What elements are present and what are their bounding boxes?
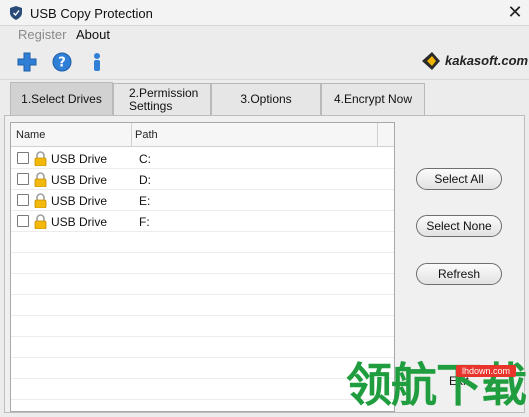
tab-permission-settings[interactable]: 2.Permission Settings: [113, 83, 211, 115]
kakasoft-logo-icon: [422, 52, 440, 70]
plus-icon[interactable]: [16, 51, 38, 73]
empty-row: [11, 274, 394, 295]
shield-icon: [10, 6, 22, 20]
table-row[interactable]: USB Drive D:: [11, 169, 394, 190]
lock-icon: [34, 193, 47, 208]
empty-row: [11, 253, 394, 274]
tab-strip: 1.Select Drives 2.Permission Settings 3.…: [0, 81, 529, 115]
select-none-button[interactable]: Select None: [416, 215, 502, 237]
column-path-header[interactable]: Path: [135, 129, 158, 141]
drive-checkbox[interactable]: [17, 215, 29, 227]
info-icon[interactable]: [86, 51, 108, 73]
drive-name: USB Drive: [51, 194, 108, 208]
table-row[interactable]: USB Drive E:: [11, 190, 394, 211]
tab-select-drives[interactable]: 1.Select Drives: [10, 82, 113, 115]
tab-options[interactable]: 3.Options: [211, 83, 321, 115]
lock-icon: [34, 172, 47, 187]
drive-path: D:: [139, 173, 151, 187]
column-name-header[interactable]: Name: [16, 129, 45, 141]
window-title: USB Copy Protection: [30, 6, 153, 21]
tab-encrypt-now[interactable]: 4.Encrypt Now: [321, 83, 425, 115]
menu-about[interactable]: About: [76, 27, 110, 42]
empty-row: [11, 379, 394, 400]
title-bar: USB Copy Protection ✕: [0, 0, 529, 26]
close-icon[interactable]: ✕: [505, 3, 525, 23]
empty-row: [11, 232, 394, 253]
column-divider[interactable]: [377, 123, 378, 147]
empty-row: [11, 295, 394, 316]
select-all-button[interactable]: Select All: [416, 168, 502, 190]
refresh-button[interactable]: Refresh: [416, 263, 502, 285]
drive-name: USB Drive: [51, 152, 108, 166]
brand-name[interactable]: kakasoft.com: [445, 53, 528, 68]
drive-path: C:: [139, 152, 151, 166]
lock-icon: [34, 151, 47, 166]
column-divider[interactable]: [131, 123, 132, 147]
menu-bar: Register About: [0, 26, 529, 44]
toolbar: ? kakasoft.com: [0, 44, 529, 80]
drive-checkbox[interactable]: [17, 152, 29, 164]
empty-row: [11, 316, 394, 337]
drive-list[interactable]: Name Path USB Drive C: USB Drive D: USB …: [10, 122, 395, 412]
svg-text:?: ?: [58, 56, 66, 71]
drive-checkbox[interactable]: [17, 173, 29, 185]
drive-path: F:: [139, 215, 150, 229]
empty-row: [11, 337, 394, 358]
menu-register[interactable]: Register: [18, 27, 66, 42]
drive-name: USB Drive: [51, 173, 108, 187]
table-row[interactable]: USB Drive F:: [11, 211, 394, 232]
table-row[interactable]: USB Drive C:: [11, 148, 394, 169]
drive-name: USB Drive: [51, 215, 108, 229]
lock-icon: [34, 214, 47, 229]
watermark-site: lhdown.com: [456, 365, 516, 377]
list-header: Name Path: [11, 123, 394, 147]
drive-checkbox[interactable]: [17, 194, 29, 206]
help-icon[interactable]: ?: [51, 51, 73, 73]
drive-path: E:: [139, 194, 151, 208]
empty-row: [11, 358, 394, 379]
